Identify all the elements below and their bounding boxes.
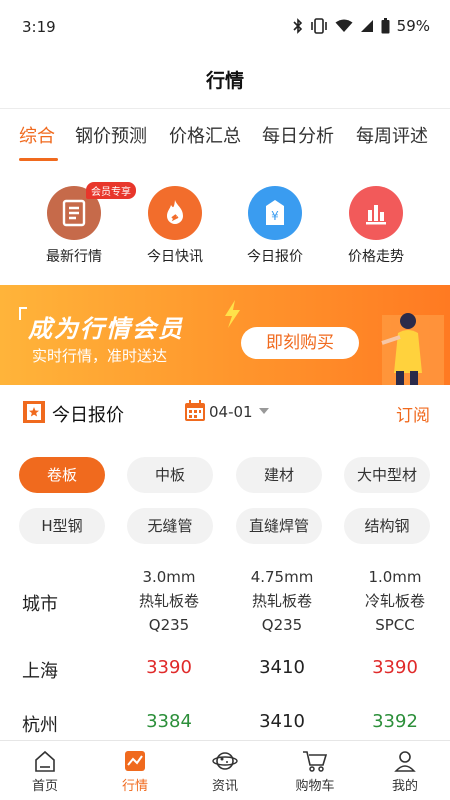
planet-icon (212, 752, 238, 770)
col-spec: 4.75mm (250, 568, 314, 586)
table-header-city: 城市 (22, 594, 58, 615)
col-name: 热轧板卷 (138, 592, 199, 610)
nav-label: 首页 (31, 779, 58, 794)
bottom-nav: 首页 行情 资讯 购物车 我的 (0, 740, 450, 800)
buy-now-button[interactable]: 即刻购买 (241, 327, 359, 359)
col-name: 冷轧板卷 (364, 592, 425, 610)
col-name: 热轧板卷 (251, 592, 312, 610)
battery-icon (381, 18, 390, 34)
quick-label: 价格走势 (348, 249, 404, 265)
chip-coil[interactable]: 卷板 (19, 457, 105, 493)
col-spec: 1.0mm (368, 568, 422, 586)
calendar-icon[interactable] (184, 400, 206, 422)
user-icon (394, 751, 416, 772)
quick-price-trend[interactable]: 价格走势 (331, 186, 421, 266)
nav-label: 我的 (391, 779, 418, 794)
col-grade: Q235 (148, 616, 190, 634)
table-header-col-2: 4.75mm 热轧板卷 Q235 (232, 565, 332, 637)
status-time: 3:19 (22, 18, 56, 36)
price-cell: 3390 (146, 657, 192, 678)
svg-text:¥: ¥ (271, 209, 279, 223)
tab-weekly-review[interactable]: 每周评述 (356, 122, 428, 148)
market-chart-icon (125, 751, 145, 771)
price-cell: 3410 (259, 711, 305, 732)
vibrate-icon (310, 18, 328, 34)
quick-label: 最新行情 (46, 249, 102, 265)
price-cell: 3384 (146, 711, 192, 732)
status-bar: 3:19 59% (0, 0, 450, 52)
col-grade: Q235 (261, 616, 303, 634)
col-grade: SPCC (375, 616, 415, 634)
tab-price-summary[interactable]: 价格汇总 (169, 122, 241, 148)
price-tag-icon: ¥ (248, 186, 302, 240)
row-city: 杭州 (22, 715, 58, 736)
nav-news[interactable]: 资讯 (180, 741, 270, 800)
bluetooth-icon (293, 18, 303, 34)
active-tab-indicator (19, 158, 58, 161)
nav-home[interactable]: 首页 (0, 741, 90, 800)
banner-bracket-icon (19, 307, 27, 320)
chip-h-beam[interactable]: H型钢 (19, 508, 105, 544)
membership-banner[interactable]: 成为行情会员 实时行情，准时送达 即刻购买 (0, 285, 450, 385)
table-header-col-1: 3.0mm 热轧板卷 Q235 (119, 565, 219, 637)
banner-title: 成为行情会员 (28, 315, 184, 343)
quick-today-price[interactable]: ¥ 今日报价 (230, 186, 320, 266)
chip-large-section[interactable]: 大中型材 (344, 457, 430, 493)
quick-label: 今日报价 (247, 249, 303, 265)
price-cell: 3392 (372, 711, 418, 732)
row-city: 上海 (22, 661, 58, 682)
category-tabs: 综合 钢价预测 价格汇总 每日分析 每周评述 (0, 122, 450, 161)
tab-price-forecast[interactable]: 钢价预测 (75, 122, 147, 148)
price-cell: 3390 (372, 657, 418, 678)
nav-label: 资讯 (211, 779, 238, 794)
col-spec: 3.0mm (142, 568, 196, 586)
lightning-icon (225, 300, 240, 328)
banner-subtitle: 实时行情，准时送达 (32, 347, 168, 365)
bar-chart-icon (349, 186, 403, 240)
chip-structural-steel[interactable]: 结构钢 (344, 508, 430, 544)
signal-icon (360, 19, 374, 33)
chip-seamless-pipe[interactable]: 无缝管 (127, 508, 213, 544)
quick-label: 今日快讯 (147, 249, 203, 265)
status-icons: 59% (293, 17, 430, 35)
flame-icon (148, 186, 202, 240)
bookmark-star-icon (23, 401, 45, 423)
vip-badge: 会员专享 (86, 182, 136, 199)
chip-welded-pipe[interactable]: 直缝焊管 (236, 508, 322, 544)
date-selector[interactable]: 04-01 (209, 403, 253, 421)
today-price-title: 今日报价 (52, 405, 124, 426)
nav-label: 行情 (121, 779, 148, 794)
quick-today-news[interactable]: 今日快讯 (130, 186, 220, 266)
chip-medium-plate[interactable]: 中板 (127, 457, 213, 493)
chip-construction[interactable]: 建材 (236, 457, 322, 493)
today-price-header: 今日报价 04-01 订阅 (0, 396, 450, 430)
header-divider (0, 108, 450, 109)
nav-market[interactable]: 行情 (90, 741, 180, 800)
wifi-icon (335, 19, 353, 33)
nav-label: 购物车 (295, 779, 335, 794)
table-header-col-3: 1.0mm 冷轧板卷 SPCC (345, 565, 445, 637)
page-title: 行情 (205, 70, 244, 92)
tab-overview[interactable]: 综合 (19, 122, 55, 148)
chevron-down-icon[interactable] (259, 408, 269, 414)
tab-daily-analysis[interactable]: 每日分析 (262, 122, 334, 148)
battery-percentage: 59% (396, 17, 430, 35)
nav-cart[interactable]: 购物车 (270, 741, 360, 800)
nav-profile[interactable]: 我的 (360, 741, 450, 800)
cart-icon (303, 751, 328, 772)
person-illustration (381, 313, 444, 385)
price-cell: 3410 (259, 657, 305, 678)
subscribe-button[interactable]: 订阅 (396, 401, 430, 426)
home-icon (35, 750, 55, 772)
